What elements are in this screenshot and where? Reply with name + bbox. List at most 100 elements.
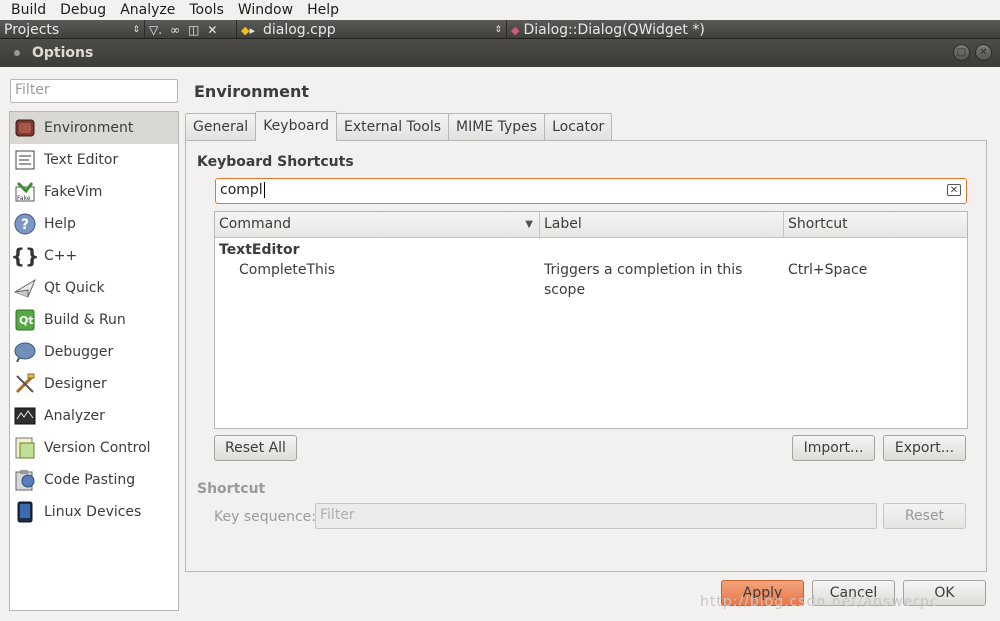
sidebar-item-fakevim[interactable]: Fake FakeVim — [10, 176, 178, 208]
table-row-group[interactable]: TextEditor — [215, 240, 967, 260]
sidebar-item-label: Designer — [44, 376, 107, 392]
tab-locator[interactable]: Locator — [544, 113, 613, 141]
row-label: Triggers a completion in this scope — [544, 262, 743, 298]
reset-all-button[interactable]: Reset All — [214, 435, 297, 461]
shortcut-search-input[interactable]: compl ✕ — [215, 178, 967, 204]
sidebar-item-help[interactable]: ? Help — [10, 208, 178, 240]
symbol-icon: ◆ — [511, 23, 520, 37]
projects-tools: ▽. ∞ ◫ ✕ — [145, 20, 237, 40]
sidebar-item-text-editor[interactable]: Text Editor — [10, 144, 178, 176]
back-icon[interactable]: ◆ — [241, 24, 249, 37]
dialog-titlebar: Options □ ✕ — [0, 39, 1000, 67]
menu-help[interactable]: Help — [300, 1, 346, 19]
file-selector[interactable]: ◆ ▸ dialog.cpp ⇕ — [237, 20, 507, 40]
file-label: dialog.cpp — [263, 22, 336, 38]
sidebar-item-cpp[interactable]: {} C++ — [10, 240, 178, 272]
projects-label: Projects — [4, 22, 60, 38]
menu-tools[interactable]: Tools — [182, 1, 231, 19]
sidebar-item-label: Text Editor — [44, 152, 119, 168]
link-icon[interactable]: ∞ — [170, 23, 180, 37]
sidebar-item-debugger[interactable]: Debugger — [10, 336, 178, 368]
tab-mime-types[interactable]: MIME Types — [448, 113, 546, 141]
code-pasting-icon — [14, 469, 36, 491]
close-window-icon[interactable]: ✕ — [975, 44, 992, 61]
dialog-title: Options — [32, 45, 94, 61]
window-menu-icon[interactable] — [14, 50, 20, 56]
clear-search-icon[interactable]: ✕ — [947, 184, 961, 196]
search-value: compl — [220, 182, 263, 198]
column-label[interactable]: Label — [540, 212, 784, 238]
split-icon[interactable]: ◫ — [188, 23, 199, 37]
close-icon[interactable]: ✕ — [207, 23, 217, 37]
creator-toolbar: Projects ⇕ ▽. ∞ ◫ ✕ ◆ ▸ dialog.cpp ⇕ ◆ D… — [0, 20, 1000, 40]
tab-bar: General Keyboard External Tools MIME Typ… — [185, 111, 613, 141]
shortcuts-table: Command ▼ Label Shortcut TextEditor Comp… — [214, 211, 968, 429]
menu-debug[interactable]: Debug — [53, 1, 113, 19]
key-sequence-label: Key sequence: — [214, 509, 317, 525]
category-list: Environment Text Editor Fake FakeVim ? H… — [9, 111, 179, 611]
help-icon: ? — [14, 213, 36, 235]
table-row[interactable]: CompleteThis Triggers a completion in th… — [215, 260, 967, 298]
symbol-selector[interactable]: ◆ Dialog::Dialog(QWidget *) — [507, 20, 1000, 40]
sort-down-icon: ▼ — [525, 219, 533, 230]
projects-selector[interactable]: Projects ⇕ — [0, 20, 145, 40]
designer-icon — [14, 373, 36, 395]
sidebar-item-label: Debugger — [44, 344, 114, 360]
linux-devices-icon — [14, 501, 36, 523]
column-shortcut[interactable]: Shortcut — [784, 212, 967, 238]
sidebar-item-environment[interactable]: Environment — [10, 112, 178, 144]
sidebar-item-version-control[interactable]: Version Control — [10, 432, 178, 464]
sidebar-item-label: FakeVim — [44, 184, 103, 200]
page-title: Environment — [194, 82, 310, 101]
fakevim-icon: Fake — [14, 181, 36, 203]
sidebar-item-label: Analyzer — [44, 408, 105, 424]
import-button[interactable]: Import... — [792, 435, 875, 461]
tab-keyboard[interactable]: Keyboard — [255, 111, 337, 141]
text-editor-icon — [14, 149, 36, 171]
keyboard-tab-panel: Keyboard Shortcuts compl ✕ Command ▼ Lab… — [185, 140, 987, 572]
sidebar-item-label: Environment — [44, 120, 134, 136]
sidebar-item-build-run[interactable]: Qt Build & Run — [10, 304, 178, 336]
column-command[interactable]: Command ▼ — [215, 212, 540, 238]
category-filter-input[interactable]: Filter — [10, 79, 178, 103]
debugger-icon — [14, 341, 36, 363]
keyboard-shortcuts-title: Keyboard Shortcuts — [197, 154, 354, 170]
group-command: TextEditor — [219, 242, 300, 258]
symbol-label: Dialog::Dialog(QWidget *) — [523, 22, 705, 38]
version-control-icon — [14, 437, 36, 459]
watermark-text: http://blog.csdn.net/answerpc — [700, 594, 939, 610]
updown-icon: ⇕ — [132, 25, 140, 35]
environment-icon — [14, 117, 36, 139]
tab-general[interactable]: General — [185, 113, 257, 141]
menu-build[interactable]: Build — [4, 1, 53, 19]
text-cursor — [263, 182, 265, 198]
sidebar-item-analyzer[interactable]: Analyzer — [10, 400, 178, 432]
sidebar-item-label: Help — [44, 216, 76, 232]
analyzer-icon — [14, 405, 36, 427]
sidebar-item-label: Linux Devices — [44, 504, 142, 520]
column-command-label: Command — [219, 216, 291, 232]
options-dialog: Options □ ✕ Filter Environment Text Edit… — [0, 38, 1000, 621]
sidebar-item-linux-devices[interactable]: Linux Devices — [10, 496, 178, 528]
sidebar-item-designer[interactable]: Designer — [10, 368, 178, 400]
sidebar-item-label: Code Pasting — [44, 472, 136, 488]
maximize-icon[interactable]: □ — [953, 44, 970, 61]
sidebar-item-qt-quick[interactable]: Qt Quick — [10, 272, 178, 304]
row-command: CompleteThis — [239, 262, 336, 278]
key-sequence-input[interactable]: Filter — [315, 503, 877, 529]
menu-window[interactable]: Window — [231, 1, 300, 19]
tab-external-tools[interactable]: External Tools — [336, 113, 450, 141]
shortcut-section-title: Shortcut — [197, 481, 266, 497]
sidebar-item-code-pasting[interactable]: Code Pasting — [10, 464, 178, 496]
forward-icon[interactable]: ▸ — [249, 24, 255, 37]
menu-analyze[interactable]: Analyze — [113, 1, 182, 19]
updown-icon: ⇕ — [494, 25, 502, 35]
svg-text:Qt: Qt — [19, 314, 34, 327]
build-run-icon: Qt — [14, 309, 36, 331]
reset-shortcut-button[interactable]: Reset — [883, 503, 966, 529]
menubar: Build Debug Analyze Tools Window Help — [0, 0, 1000, 20]
table-header: Command ▼ Label Shortcut — [215, 212, 967, 238]
filter-icon[interactable]: ▽. — [149, 23, 162, 37]
export-button[interactable]: Export... — [883, 435, 966, 461]
sidebar-item-label: C++ — [44, 248, 78, 264]
